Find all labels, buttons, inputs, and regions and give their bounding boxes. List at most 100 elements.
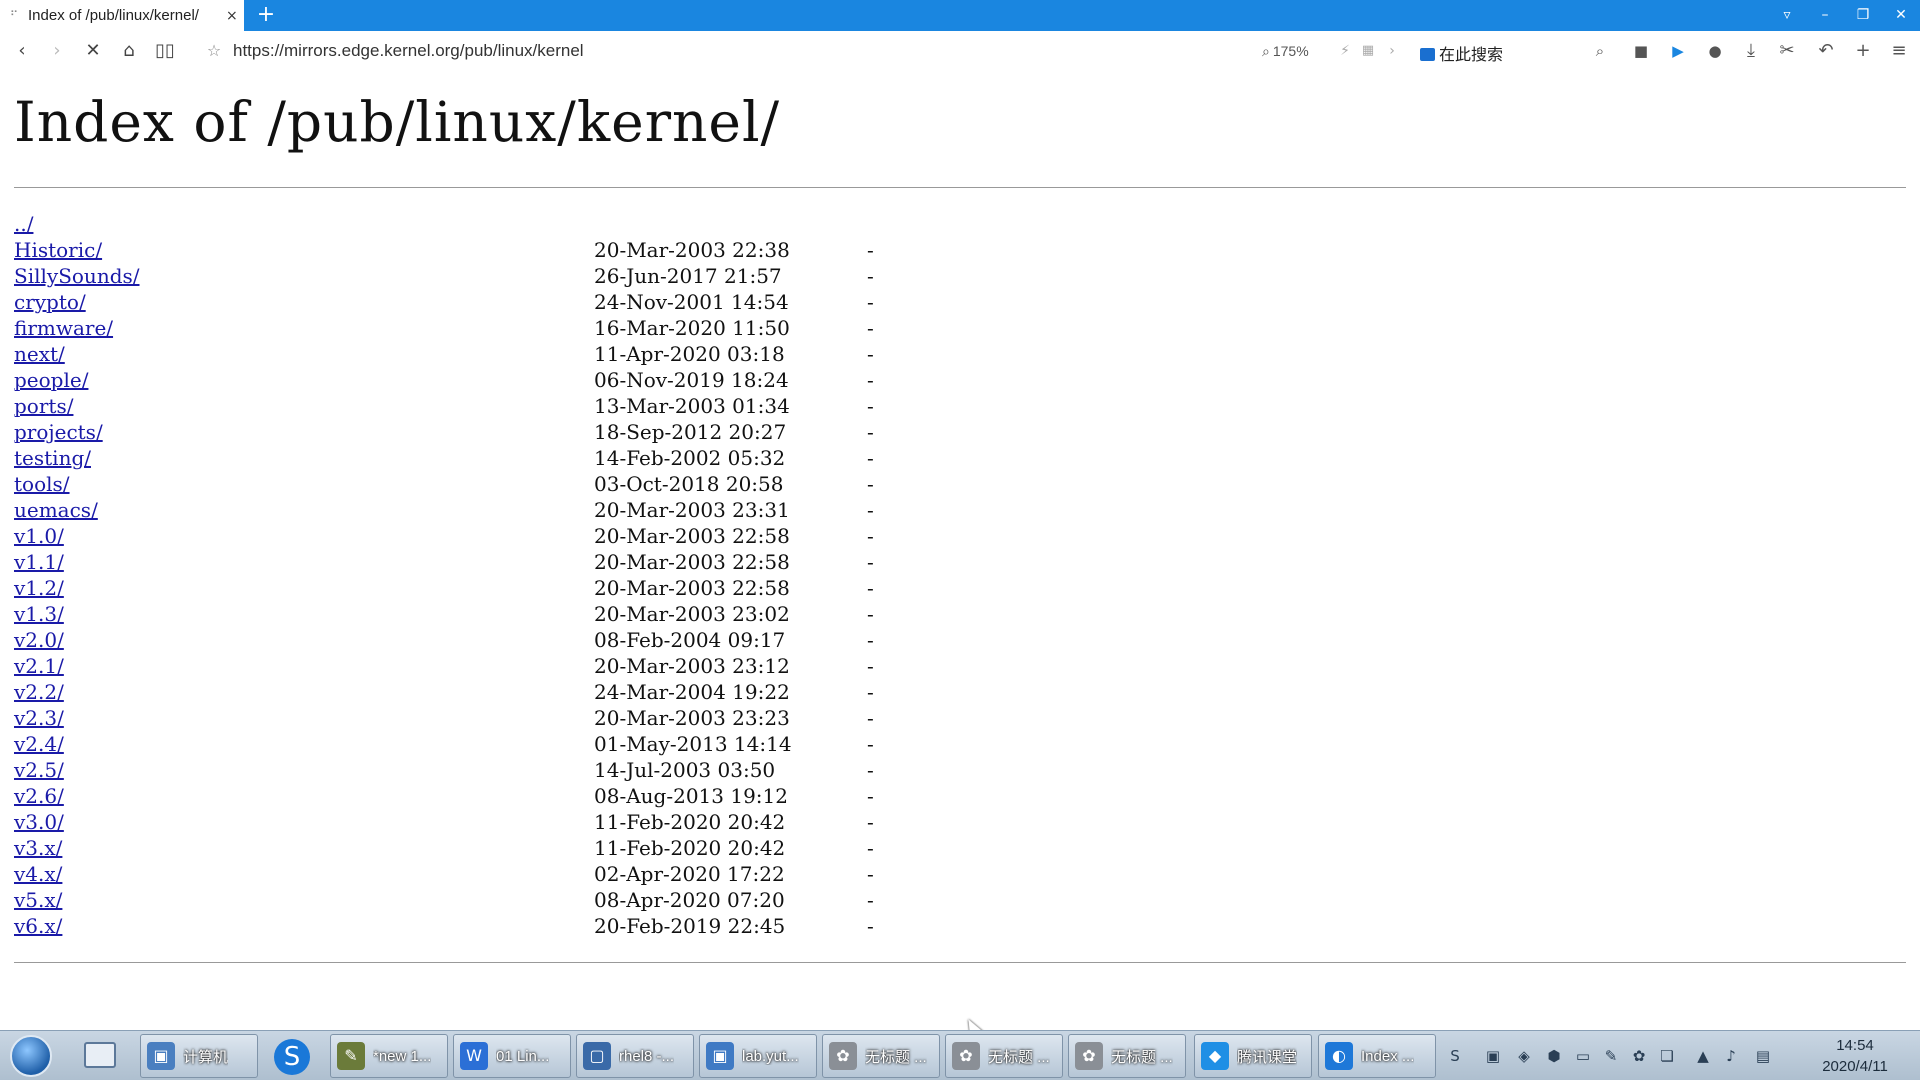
tab-close-icon[interactable]: × — [226, 8, 238, 24]
directory-link[interactable]: SillySounds/ — [14, 264, 140, 288]
directory-link[interactable]: v6.x/ — [14, 914, 62, 938]
minimize-button[interactable]: – — [1806, 0, 1844, 31]
pinned-app-icon[interactable] — [78, 1034, 122, 1078]
home-icon[interactable]: ⌂ — [116, 38, 142, 64]
directory-link[interactable]: uemacs/ — [14, 498, 98, 522]
file-size: - — [867, 784, 874, 808]
taskbar-task[interactable]: ✿ 无标题 ... — [822, 1034, 940, 1078]
close-window-button[interactable]: ✕ — [1882, 0, 1920, 31]
listing-row: v2.2/24-Mar-2004 19:22 - — [14, 679, 1314, 705]
modified-date: 20-Mar-2003 22:58 — [594, 576, 790, 600]
vm-icon: ▢ — [583, 1042, 611, 1070]
directory-link[interactable]: v2.6/ — [14, 784, 64, 808]
undo-icon[interactable]: ↶ — [1810, 38, 1842, 64]
directory-link[interactable]: tools/ — [14, 472, 70, 496]
directory-link[interactable]: v1.3/ — [14, 602, 64, 626]
directory-link[interactable]: v2.5/ — [14, 758, 64, 782]
directory-link[interactable]: Historic/ — [14, 238, 102, 262]
directory-link[interactable]: ../ — [14, 212, 33, 236]
modified-date: 06-Nov-2019 18:24 — [594, 368, 789, 392]
restore-button[interactable]: ❐ — [1844, 0, 1882, 31]
taskbar-task-label: 计算机 — [183, 1048, 229, 1066]
taskbar-task[interactable]: W 01 Lin... — [453, 1034, 571, 1078]
taskbar-task[interactable]: ✿ 无标题 ... — [1068, 1034, 1186, 1078]
chevron-right-icon[interactable]: › — [1383, 38, 1401, 64]
listing-row: v4.x/02-Apr-2020 17:22 - — [14, 861, 1314, 887]
flash-icon[interactable]: ⚡ — [1336, 38, 1354, 64]
modified-date: 24-Nov-2001 14:54 — [594, 290, 789, 314]
shirt-skin-icon[interactable]: ▿ — [1768, 0, 1806, 31]
listing-row: ports/13-Mar-2003 01:34 - — [14, 393, 1314, 419]
menu-icon[interactable]: ≡ — [1886, 38, 1912, 64]
settings-icon[interactable]: ✿ — [1630, 1047, 1648, 1065]
file-size: - — [867, 602, 874, 626]
file-size: - — [867, 238, 874, 262]
chat-bubble-icon[interactable]: ● — [1702, 38, 1728, 64]
directory-link[interactable]: v3.0/ — [14, 810, 64, 834]
directory-link[interactable]: v4.x/ — [14, 862, 62, 886]
back-icon[interactable]: ‹ — [10, 38, 34, 64]
shield-icon[interactable]: ◈ — [1515, 1047, 1533, 1065]
directory-link[interactable]: next/ — [14, 342, 65, 366]
tray-app-icon[interactable]: ▣ — [1484, 1047, 1502, 1065]
listing-row: firmware/16-Mar-2020 11:50 - — [14, 315, 1314, 341]
file-size: - — [867, 862, 874, 886]
directory-link[interactable]: projects/ — [14, 420, 103, 444]
qr-code-icon[interactable]: ▦ — [1359, 38, 1377, 64]
sogou-ime-icon[interactable]: S — [1446, 1047, 1464, 1065]
address-bar[interactable]: https://mirrors.edge.kernel.org/pub/linu… — [233, 41, 584, 61]
system-clock[interactable]: 14:54 2020/4/11 — [1800, 1035, 1910, 1077]
taskbar-task[interactable]: ▣ lab.yut... — [699, 1034, 817, 1078]
modified-date: 08-Aug-2013 19:12 — [594, 784, 788, 808]
display-icon[interactable]: ▤ — [1754, 1047, 1772, 1065]
directory-link[interactable]: v3.x/ — [14, 836, 62, 860]
zoom-level[interactable]: ⌕ 175% — [1262, 43, 1309, 60]
directory-link[interactable]: firmware/ — [14, 316, 113, 340]
taskbar-task[interactable]: ◐ Index ... — [1318, 1034, 1436, 1078]
play-icon[interactable]: ▶ — [1665, 38, 1691, 64]
video-camera-icon[interactable]: ■ — [1628, 38, 1654, 64]
favorite-star-icon[interactable]: ☆ — [203, 38, 225, 64]
directory-link[interactable]: v1.0/ — [14, 524, 64, 548]
directory-link[interactable]: v2.3/ — [14, 706, 64, 730]
pen-icon[interactable]: ✎ — [1602, 1047, 1620, 1065]
taskbar-task[interactable]: ▢ rhel8 -... — [576, 1034, 694, 1078]
network-icon[interactable]: ▲ — [1694, 1047, 1712, 1065]
directory-link[interactable]: v2.2/ — [14, 680, 64, 704]
monitor-icon[interactable]: ▭ — [1574, 1047, 1592, 1065]
download-icon[interactable]: ⤓ — [1738, 38, 1764, 64]
directory-link[interactable]: crypto/ — [14, 290, 86, 314]
listing-row: SillySounds/26-Jun-2017 21:57 - — [14, 263, 1314, 289]
file-size: - — [867, 472, 874, 496]
volume-icon[interactable]: ♪ — [1722, 1047, 1740, 1065]
search-input[interactable]: 在此搜索 — [1420, 41, 1503, 65]
image-search-icon — [1420, 48, 1435, 61]
windows-icon[interactable]: ❏ — [1658, 1047, 1676, 1065]
taskbar-task[interactable]: ✎ *new 1... — [330, 1034, 448, 1078]
directory-link[interactable]: v2.1/ — [14, 654, 64, 678]
directory-link[interactable]: testing/ — [14, 446, 91, 470]
directory-link[interactable]: people/ — [14, 368, 88, 392]
add-icon[interactable]: + — [1850, 38, 1876, 64]
start-button[interactable] — [10, 1035, 52, 1077]
taskbar-task[interactable]: ▣ 计算机 — [140, 1034, 258, 1078]
divider-top — [14, 187, 1906, 188]
forward-icon[interactable]: › — [45, 38, 69, 64]
browser-tab-active[interactable]: ⠋ Index of /pub/linux/kernel/ × — [0, 0, 244, 31]
browser-title-bar: ⠋ Index of /pub/linux/kernel/ × + ▿ – ❐ … — [0, 0, 1920, 31]
new-tab-button[interactable]: + — [254, 2, 278, 28]
scissors-icon[interactable]: ✂ — [1774, 38, 1800, 64]
directory-link[interactable]: v1.2/ — [14, 576, 64, 600]
directory-link[interactable]: v2.4/ — [14, 732, 64, 756]
sogou-browser-icon[interactable]: S — [272, 1034, 312, 1078]
taskbar-task[interactable]: ◆ 腾讯课堂 — [1194, 1034, 1312, 1078]
directory-link[interactable]: ports/ — [14, 394, 73, 418]
taskbar-task[interactable]: ✿ 无标题 ... — [945, 1034, 1063, 1078]
security-icon[interactable]: ⬢ — [1545, 1047, 1563, 1065]
search-icon[interactable]: ⌕ — [1588, 38, 1612, 64]
directory-link[interactable]: v2.0/ — [14, 628, 64, 652]
stop-loading-icon[interactable]: ✕ — [80, 38, 106, 64]
directory-link[interactable]: v1.1/ — [14, 550, 64, 574]
reading-mode-icon[interactable]: ▯▯ — [152, 38, 178, 64]
directory-link[interactable]: v5.x/ — [14, 888, 62, 912]
